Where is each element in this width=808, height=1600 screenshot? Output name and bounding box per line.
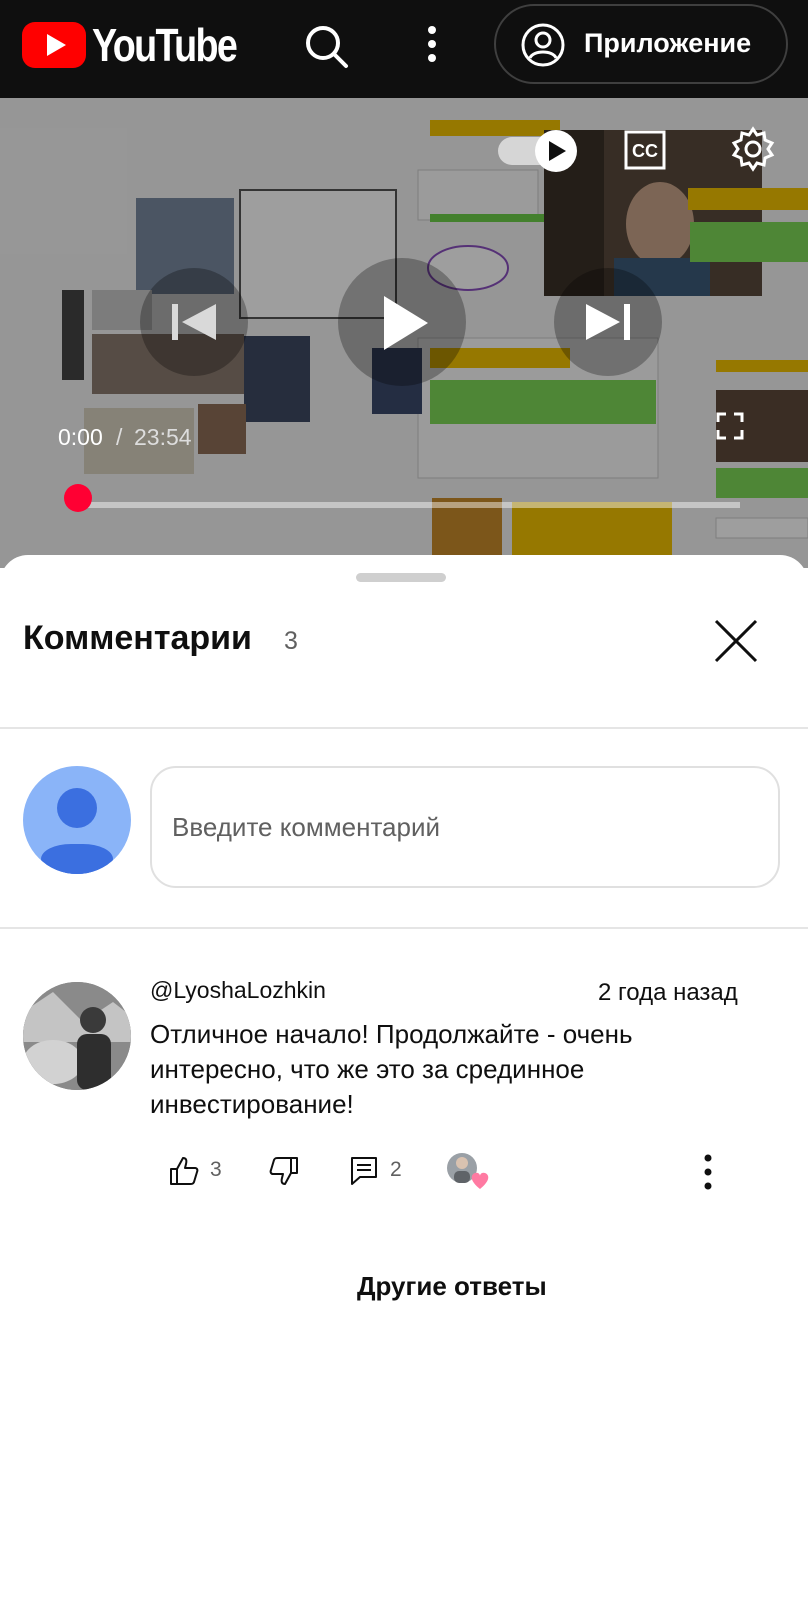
comment-author[interactable]: @LyoshaLozhkin <box>150 977 326 1004</box>
closed-captions-icon[interactable]: CC <box>624 130 666 170</box>
reply-icon[interactable] <box>350 1155 378 1187</box>
time-separator: / <box>116 424 123 450</box>
fullscreen-icon[interactable] <box>716 412 744 440</box>
reply-count: 2 <box>390 1158 402 1181</box>
open-app-label: Приложение <box>584 28 752 58</box>
video-duration: 23:54 <box>134 424 192 450</box>
svg-text:CC: CC <box>632 141 658 161</box>
current-time: 0:00 <box>58 424 103 450</box>
next-icon[interactable] <box>554 268 662 376</box>
search-icon[interactable] <box>302 22 350 70</box>
comments-panel: Комментарии 3 @LyoshaLozhkin 2 года наза… <box>0 555 808 1600</box>
close-icon[interactable] <box>710 615 762 667</box>
divider <box>0 727 808 729</box>
default-avatar-icon <box>41 788 113 874</box>
top-app-bar: YouTube Приложение <box>0 0 808 98</box>
account-circle-icon <box>521 23 565 67</box>
video-player[interactable]: CC 0:00 / 23:54 <box>0 98 808 568</box>
seek-bar-knob[interactable] <box>64 484 92 512</box>
more-replies-button[interactable]: Другие ответы <box>357 1271 547 1302</box>
youtube-logo-icon <box>22 22 86 68</box>
drag-handle[interactable] <box>356 573 446 582</box>
more-vert-icon[interactable] <box>408 22 456 70</box>
youtube-logo-text: YouTube <box>92 19 238 71</box>
seek-bar[interactable] <box>76 502 740 508</box>
comments-count: 3 <box>284 627 298 655</box>
comment-timestamp: 2 года назад <box>598 979 738 1006</box>
current-user-avatar <box>23 766 131 874</box>
divider <box>0 927 808 929</box>
like-icon[interactable] <box>168 1155 200 1187</box>
autoplay-toggle-icon[interactable] <box>496 128 580 174</box>
previous-icon[interactable] <box>140 268 248 376</box>
comment-author-avatar[interactable] <box>23 982 131 1090</box>
comment-text: Отличное начало! Продолжайте - очень инт… <box>150 1019 633 1119</box>
like-count: 3 <box>210 1158 222 1181</box>
comments-title: Комментарии <box>23 619 252 657</box>
settings-gear-icon[interactable] <box>730 126 776 172</box>
dislike-icon[interactable] <box>268 1155 300 1187</box>
play-icon[interactable] <box>338 258 466 386</box>
comment-input[interactable] <box>150 766 780 888</box>
author-photo-icon <box>23 982 131 1090</box>
creator-heart-icon <box>447 1153 489 1189</box>
open-app-button[interactable]: Приложение <box>494 4 788 84</box>
comment-more-icon[interactable] <box>700 1153 716 1191</box>
